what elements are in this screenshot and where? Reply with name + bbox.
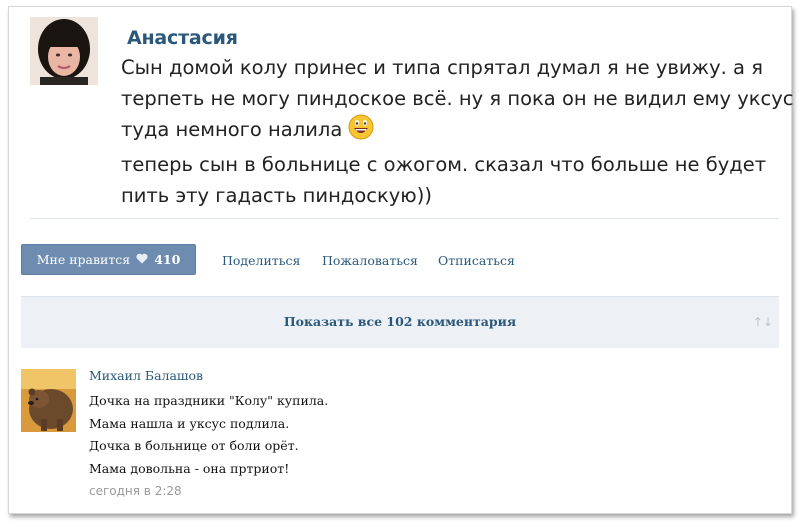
post-text-line: теперь сын в больнице с ожогом. сказал ч… [121,153,767,176]
post-text-line-content: туда немного налила [121,118,343,141]
comment-author-name[interactable]: Михаил Балашов [89,368,203,383]
unsubscribe-link[interactable]: Отписаться [438,253,515,268]
heart-icon [136,252,148,267]
expand-arrows-icon: ↑↓ [752,315,773,329]
show-all-comments-label: Показать все 102 комментария [283,314,517,329]
report-link[interactable]: Пожаловаться [322,253,418,268]
comment-text-line: Мама довольна - она пртриот! [89,460,290,476]
post-text-line: пить эту гадасть пиндоскую)) [121,184,432,207]
show-all-comments-bar[interactable]: Показать все 102 комментария ↑↓ [21,296,779,348]
like-button[interactable]: Мне нравится 410 [21,244,196,275]
comment-text-line: Дочка на праздники "Колу" купила. [89,393,329,408]
comment-author-avatar[interactable] [21,369,76,432]
post-text: Сын домой колу принес и типа спрятал дум… [121,52,794,211]
comment-timestamp[interactable]: сегодня в 2:28 [89,484,182,498]
post-text-line: туда немного налила [121,114,771,149]
share-link[interactable]: Поделиться [222,253,300,268]
post-text-line: Сын домой колу принес и типа спрятал дум… [121,56,763,79]
post-divider [30,218,779,219]
comment-text-line: Мама нашла и уксус подлила. [89,415,290,431]
like-label: Мне нравится [36,252,131,267]
comment-text-line: Дочка в больнице от боли орёт. [89,438,299,453]
comment-text: Дочка на праздники "Колу" купила. Мама н… [89,390,328,480]
post-author-name[interactable]: Анастасия [127,27,238,49]
laughing-smiley-icon [348,114,374,149]
like-count: 410 [154,252,181,267]
post-author-avatar[interactable] [30,17,98,85]
post-text-line: терпеть не могу пиндоское всё. ну я пока… [121,87,794,110]
